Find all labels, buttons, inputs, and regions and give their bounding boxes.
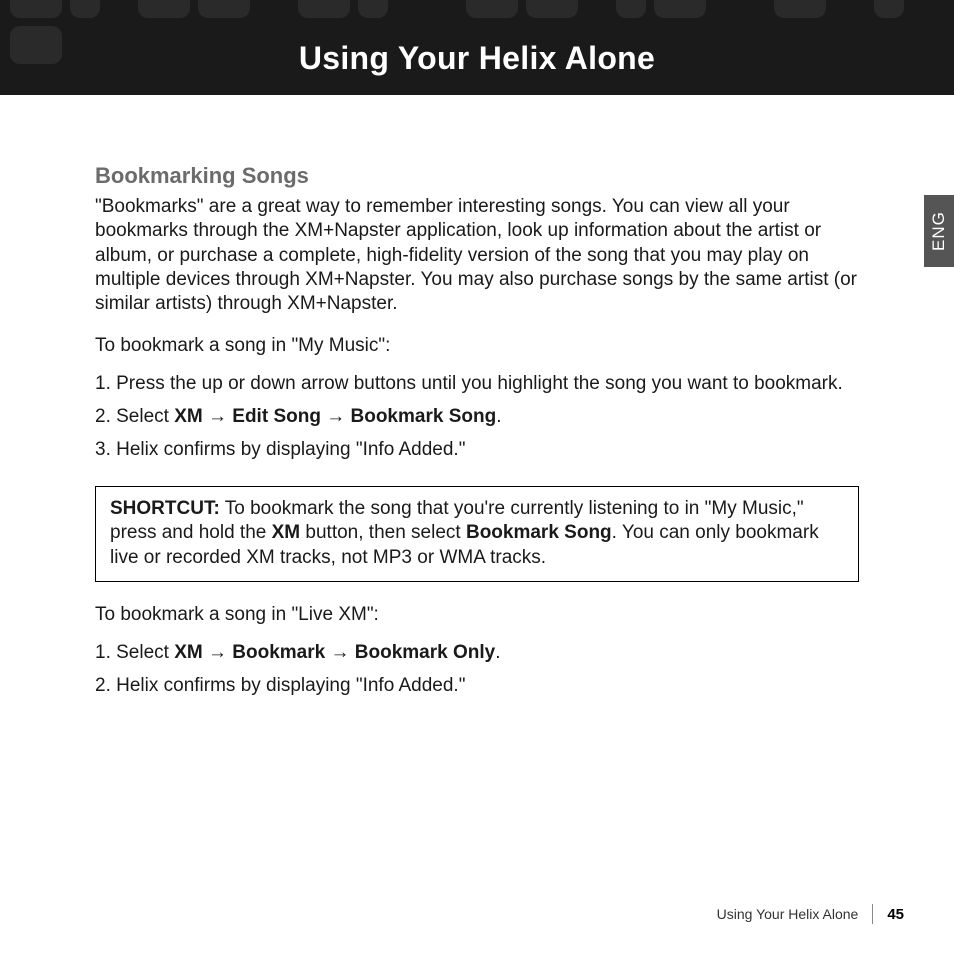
arrow-icon: → xyxy=(325,642,355,663)
steps-livexm: 1. Select XM → Bookmark → Bookmark Only.… xyxy=(95,640,859,698)
step-1-live: 1. Select XM → Bookmark → Bookmark Only. xyxy=(95,640,859,665)
intro-paragraph: "Bookmarks" are a great way to remember … xyxy=(95,195,859,317)
nav-xm: XM xyxy=(174,406,203,427)
nav-bookmark-only: Bookmark Only xyxy=(355,642,495,663)
section-heading: Bookmarking Songs xyxy=(95,163,859,189)
period: . xyxy=(495,642,500,663)
footer-page-number: 45 xyxy=(887,906,904,923)
arrow-icon: → xyxy=(203,642,233,663)
nav-bookmark-song: Bookmark Song xyxy=(351,406,497,427)
lead-mymusic: To bookmark a song in "My Music": xyxy=(95,335,859,357)
step-1-live-prefix: 1. Select xyxy=(95,642,174,663)
shortcut-box: SHORTCUT: To bookmark the song that you'… xyxy=(95,486,859,582)
arrow-icon: → xyxy=(203,406,233,427)
footer-divider xyxy=(872,904,873,924)
period: . xyxy=(496,406,501,427)
page-header: Using Your Helix Alone xyxy=(0,0,954,95)
shortcut-label: SHORTCUT: xyxy=(110,498,220,519)
footer-title: Using Your Helix Alone xyxy=(717,906,859,922)
step-2-prefix: 2. Select xyxy=(95,406,174,427)
nav-xm: XM xyxy=(174,642,203,663)
shortcut-text-2: button, then select xyxy=(300,522,466,543)
nav-edit-song: Edit Song xyxy=(232,406,321,427)
step-2: 2. Select XM → Edit Song → Bookmark Song… xyxy=(95,404,859,429)
arrow-icon: → xyxy=(321,406,351,427)
page-content: Bookmarking Songs "Bookmarks" are a grea… xyxy=(0,95,954,698)
shortcut-xm: XM xyxy=(272,522,301,543)
step-3: 3. Helix confirms by displaying "Info Ad… xyxy=(95,437,859,462)
nav-bookmark: Bookmark xyxy=(232,642,325,663)
page-footer: Using Your Helix Alone 45 xyxy=(717,904,904,924)
step-2-live: 2. Helix confirms by displaying "Info Ad… xyxy=(95,673,859,698)
steps-mymusic: 1. Press the up or down arrow buttons un… xyxy=(95,371,859,462)
page-title: Using Your Helix Alone xyxy=(0,40,954,77)
step-1: 1. Press the up or down arrow buttons un… xyxy=(95,371,859,396)
language-tab: ENG xyxy=(924,195,954,267)
shortcut-bookmark: Bookmark Song xyxy=(466,522,612,543)
lead-livexm: To bookmark a song in "Live XM": xyxy=(95,604,859,626)
